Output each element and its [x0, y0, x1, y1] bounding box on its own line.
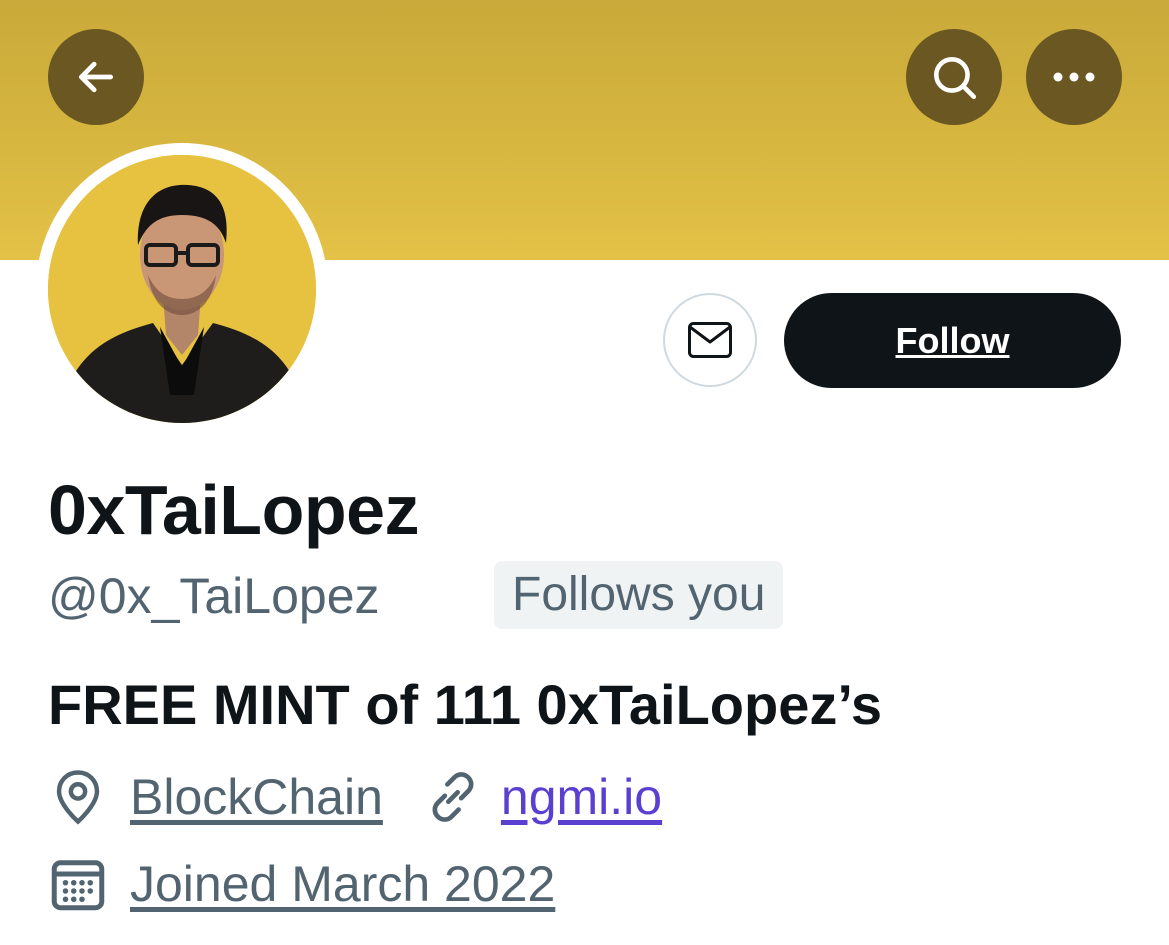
profile-meta-row: BlockChain ngmi.io: [48, 765, 662, 829]
message-button[interactable]: [663, 293, 757, 387]
search-icon: [934, 57, 977, 100]
mail-icon: [688, 322, 732, 358]
search-button[interactable]: [906, 29, 1002, 125]
more-horizontal-icon: [1053, 72, 1095, 82]
joined-row: Joined March 2022: [48, 852, 555, 916]
avatar-portrait: [48, 155, 316, 423]
location-icon: [48, 767, 108, 827]
arrow-left-icon: [78, 61, 114, 93]
link-icon: [423, 767, 483, 827]
follow-button[interactable]: Follow: [784, 293, 1121, 388]
user-handle: @0x_TaiLopez: [48, 568, 380, 624]
more-button[interactable]: [1026, 29, 1122, 125]
website-link[interactable]: ngmi.io: [501, 768, 662, 826]
calendar-icon: [48, 854, 108, 914]
avatar[interactable]: [48, 155, 316, 423]
back-button[interactable]: [48, 29, 144, 125]
bio: FREE MINT of 111 0xTaiLopez’s: [48, 673, 882, 736]
joined-date[interactable]: Joined March 2022: [130, 855, 555, 913]
follows-you-badge: Follows you: [494, 561, 784, 629]
display-name: 0xTaiLopez: [48, 471, 420, 549]
location-link[interactable]: BlockChain: [130, 768, 383, 826]
